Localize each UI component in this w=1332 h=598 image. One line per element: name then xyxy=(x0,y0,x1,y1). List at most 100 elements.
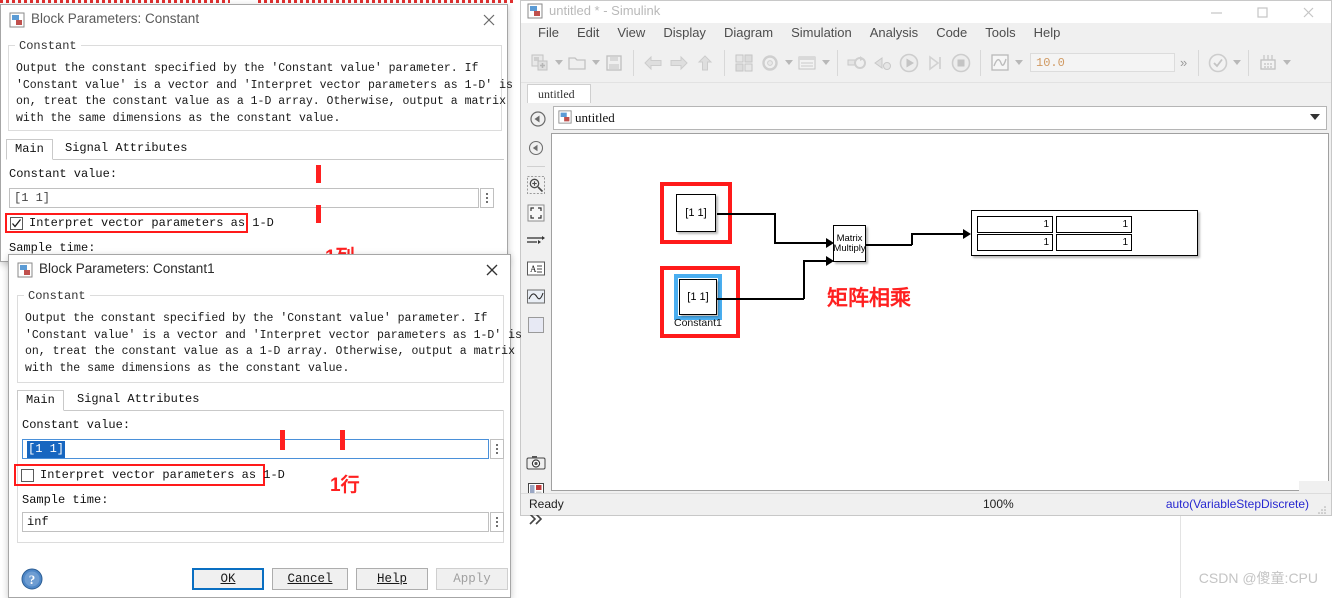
matrix-multiply-block[interactable]: Matrix Multiply xyxy=(833,225,866,262)
display-block[interactable]: 1 1 1 1 xyxy=(971,210,1198,256)
help-circle-icon[interactable]: ? xyxy=(21,568,43,590)
dialog2-constant-value-input[interactable]: [1 1] xyxy=(22,439,489,459)
ok-button[interactable]: OK xyxy=(192,568,264,590)
dialog1-red-tick xyxy=(316,165,321,183)
model-canvas[interactable]: [1 1] [1 1] Constant1 Matrix Multiply 1 xyxy=(551,133,1329,491)
model-advisor-icon[interactable] xyxy=(1205,49,1231,77)
menu-tools[interactable]: Tools xyxy=(976,23,1024,43)
constant1-block[interactable]: [1 1] xyxy=(679,279,717,315)
back-icon[interactable] xyxy=(640,49,666,77)
model-path-input[interactable]: untitled xyxy=(553,106,1327,130)
dialog2-close-button[interactable] xyxy=(478,259,506,281)
display-cell: 1 xyxy=(1056,234,1132,251)
update-model-icon[interactable] xyxy=(844,49,870,77)
model-explorer-dropdown-icon[interactable] xyxy=(820,49,831,77)
dialog2-tab-main[interactable]: Main xyxy=(17,390,64,411)
signal-line xyxy=(911,233,913,245)
scope-dropdown-icon[interactable] xyxy=(1013,49,1024,77)
cancel-button-label: Cancel xyxy=(287,572,333,586)
navigate-back-icon[interactable] xyxy=(527,108,549,130)
model-configuration-dropdown-icon[interactable] xyxy=(783,49,794,77)
menu-view[interactable]: View xyxy=(608,23,654,43)
model-advisor-dropdown-icon[interactable] xyxy=(1231,49,1242,77)
model-explorer-icon[interactable] xyxy=(794,49,820,77)
dialog2-interpret-checkbox-row[interactable]: Interpret vector parameters as 1-D xyxy=(21,468,285,482)
menu-code[interactable]: Code xyxy=(927,23,976,43)
up-to-parent-icon[interactable] xyxy=(692,49,718,77)
apply-button[interactable]: Apply xyxy=(436,568,508,590)
forward-icon[interactable] xyxy=(666,49,692,77)
help-button[interactable]: Help xyxy=(356,568,428,590)
dialog1-constant-value-input[interactable]: [1 1] xyxy=(9,188,479,208)
run-icon[interactable] xyxy=(896,49,922,77)
dialog1-titlebar: Block Parameters: Constant xyxy=(1,5,507,35)
cancel-button[interactable]: Cancel xyxy=(272,568,348,590)
dialog2-constant-value-more-button[interactable] xyxy=(490,439,504,459)
dialog2-interpret-checkbox[interactable] xyxy=(21,468,34,482)
step-forward-icon[interactable] xyxy=(922,49,948,77)
new-model-dropdown-icon[interactable] xyxy=(553,49,564,77)
hardware-board-icon[interactable] xyxy=(1255,49,1281,77)
resize-grip-icon[interactable] xyxy=(1318,503,1327,514)
toolbar-separator xyxy=(633,49,634,76)
display-cell: 1 xyxy=(977,216,1053,233)
menu-display[interactable]: Display xyxy=(654,23,715,43)
simulink-icon xyxy=(527,3,543,19)
dialog1-tab-signal-attributes[interactable]: Signal Attributes xyxy=(57,139,195,160)
canvas-scrollbar[interactable] xyxy=(1299,481,1329,491)
scope-viewer-icon[interactable] xyxy=(523,284,549,310)
simulation-stop-time-input[interactable]: 10.0 xyxy=(1030,53,1175,72)
toolbar-overflow-icon[interactable]: » xyxy=(1175,55,1192,70)
minimize-button[interactable] xyxy=(1193,1,1239,23)
save-model-icon[interactable] xyxy=(601,49,627,77)
dashed-red-marker xyxy=(258,0,516,3)
dashed-red-marker xyxy=(0,0,230,3)
library-browser-icon[interactable] xyxy=(731,49,757,77)
watermark: CSDN @傻童:CPU xyxy=(1198,570,1318,586)
dialog1-tab-main[interactable]: Main xyxy=(6,139,53,160)
constant-block[interactable]: [1 1] xyxy=(676,194,716,232)
dialog1-close-button[interactable] xyxy=(475,9,503,31)
dialog1-interpret-checkbox-row[interactable]: Interpret vector parameters as 1-D xyxy=(10,216,274,230)
annotation-icon[interactable]: A xyxy=(523,256,549,282)
snapshot-icon[interactable] xyxy=(523,450,549,476)
fit-to-view-icon[interactable] xyxy=(523,200,549,226)
hardware-board-dropdown-icon[interactable] xyxy=(1281,49,1292,77)
dialog2-sample-time-input[interactable]: inf xyxy=(22,512,489,532)
menu-help[interactable]: Help xyxy=(1025,23,1070,43)
block-parameters-constant1-dialog: Block Parameters: Constant1 Constant Out… xyxy=(8,254,522,598)
open-model-icon[interactable] xyxy=(564,49,590,77)
chevron-down-icon[interactable] xyxy=(1310,114,1320,120)
model-configuration-icon[interactable] xyxy=(757,49,783,77)
menu-analysis[interactable]: Analysis xyxy=(861,23,927,43)
model-path-bar: untitled xyxy=(521,103,1331,133)
route-signals-icon[interactable] xyxy=(523,228,549,254)
menu-diagram[interactable]: Diagram xyxy=(715,23,782,43)
window-controls xyxy=(1193,1,1331,23)
zoom-fit-icon[interactable] xyxy=(523,172,549,198)
menu-simulation[interactable]: Simulation xyxy=(782,23,861,43)
maximize-button[interactable] xyxy=(1239,1,1285,23)
menu-edit[interactable]: Edit xyxy=(568,23,608,43)
stop-icon[interactable] xyxy=(948,49,974,77)
tab-untitled[interactable]: untitled xyxy=(527,84,591,103)
dialog2-tab-signal-attributes[interactable]: Signal Attributes xyxy=(69,390,207,411)
status-solver[interactable]: auto(VariableStepDiscrete) xyxy=(1166,497,1309,511)
toolbar-separator xyxy=(1198,49,1200,76)
dialog1-group-label: Constant xyxy=(15,39,81,53)
dialog1-constant-value-more-button[interactable] xyxy=(480,188,494,208)
area-icon[interactable] xyxy=(523,312,549,338)
dialog2-sample-time-more-button[interactable] xyxy=(490,512,504,532)
constant1-block-value: [1 1] xyxy=(687,291,709,303)
scope-icon[interactable] xyxy=(987,49,1013,77)
open-model-dropdown-icon[interactable] xyxy=(590,49,601,77)
signal-line xyxy=(774,242,830,244)
dialog1-interpret-checkbox[interactable] xyxy=(10,216,23,230)
build-model-icon[interactable] xyxy=(870,49,896,77)
back-navigate-icon[interactable] xyxy=(523,135,549,161)
dialog2-interpret-label: Interpret vector parameters as 1-D xyxy=(40,468,285,482)
close-button[interactable] xyxy=(1285,1,1331,23)
new-model-icon[interactable] xyxy=(527,49,553,77)
menu-file[interactable]: File xyxy=(529,23,568,43)
page-divider xyxy=(1180,516,1181,598)
